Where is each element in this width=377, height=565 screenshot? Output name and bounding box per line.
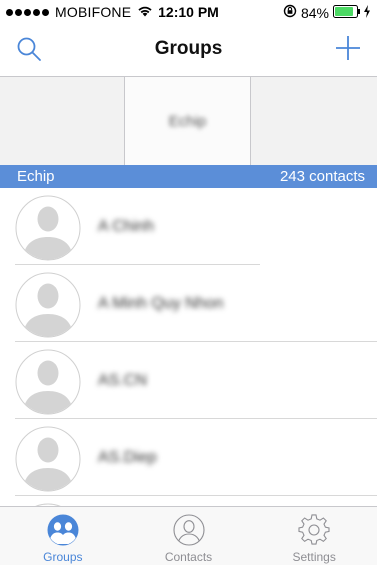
tab-label: Settings (292, 550, 336, 564)
groups-screen: MOBIFONE 12:10 PM 84% Groups Echip Echip… (0, 0, 377, 565)
avatar (15, 426, 81, 492)
status-bar: MOBIFONE 12:10 PM 84% (0, 0, 377, 24)
contact-name: AS.CN (98, 372, 147, 389)
group-cell-selected[interactable]: Echip (125, 77, 251, 165)
contact-count: 243 contacts (279, 168, 365, 185)
list-item[interactable]: A Minh Quy Nhon (0, 265, 377, 342)
group-section-header: Echip 243 contacts (0, 165, 377, 188)
tab-settings[interactable]: Settings (251, 507, 377, 565)
group-cell-label: Echip (168, 112, 207, 130)
charging-icon (363, 4, 371, 21)
rotation-lock-icon (283, 4, 297, 21)
tab-label: Contacts (164, 550, 213, 564)
add-icon[interactable] (335, 35, 361, 66)
group-cell[interactable] (0, 77, 125, 165)
navigation-bar: Groups (0, 24, 377, 77)
contact-list[interactable]: A Chinh A Minh Quy Nhon AS.CN AS.Diep (0, 188, 377, 506)
battery-percent: 84% (300, 4, 329, 21)
list-item[interactable]: AS.CN (0, 342, 377, 419)
tab-bar: Groups Contacts Settings (0, 506, 377, 565)
tab-label: Groups (43, 550, 83, 564)
contacts-icon (172, 514, 205, 551)
list-item[interactable] (0, 496, 377, 506)
avatar (15, 349, 81, 415)
tab-groups[interactable]: Groups (0, 507, 126, 565)
gear-icon (298, 514, 330, 551)
tab-contacts[interactable]: Contacts (126, 507, 252, 565)
list-item[interactable]: AS.Diep (0, 419, 377, 496)
avatar (15, 195, 81, 261)
list-item[interactable]: A Chinh (0, 188, 377, 265)
contact-name: AS.Diep (98, 449, 157, 466)
battery-icon (333, 4, 363, 21)
page-title: Groups (154, 38, 223, 59)
contact-name: A Chinh (98, 218, 155, 235)
group-grid: Echip (0, 77, 377, 165)
avatar (15, 272, 81, 338)
contact-name: A Minh Quy Nhon (98, 295, 224, 312)
group-name: Echip (17, 168, 55, 185)
group-cell[interactable] (251, 77, 377, 165)
groups-icon (47, 514, 79, 551)
status-right: 84% (283, 4, 371, 21)
